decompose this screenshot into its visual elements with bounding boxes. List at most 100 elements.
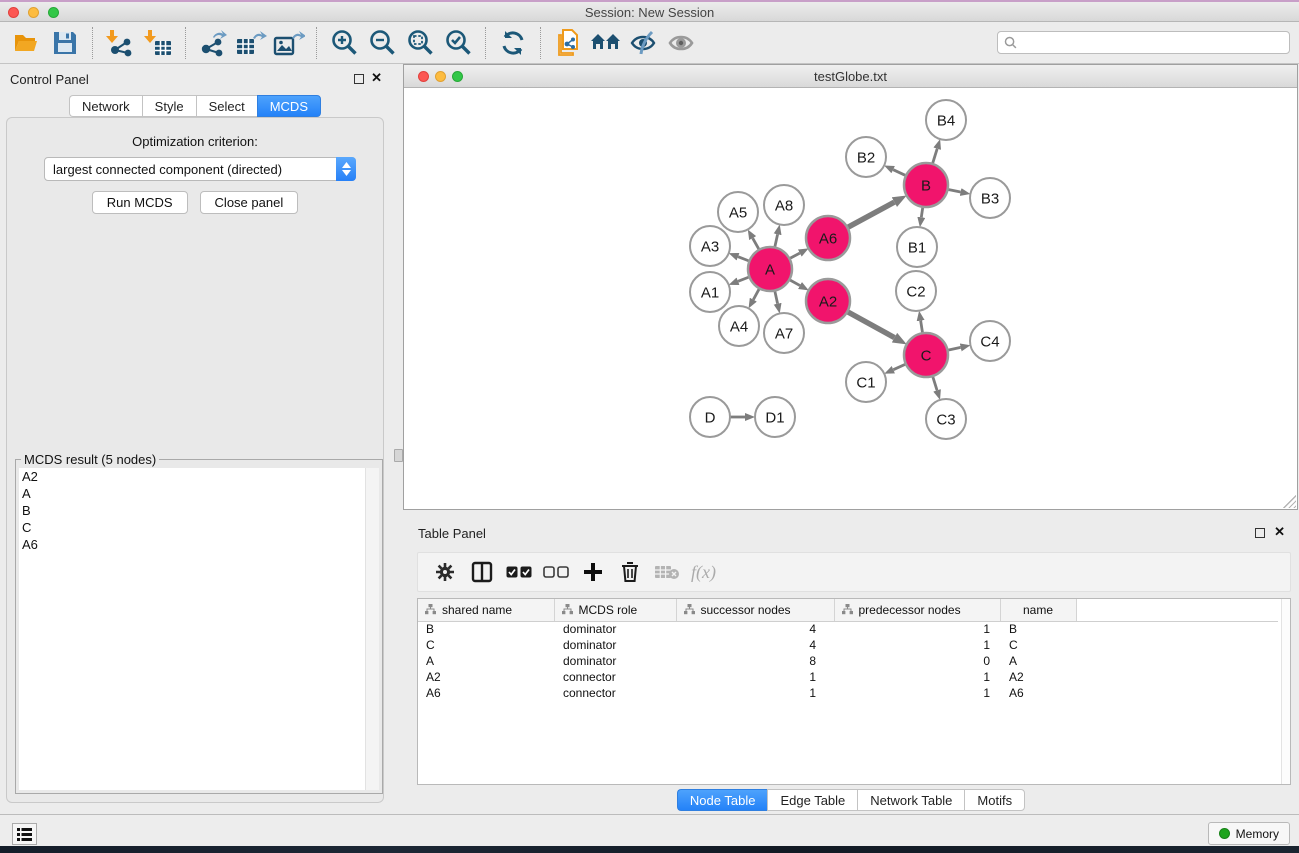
graph-node-label: D1 [765,410,784,427]
graph-edge[interactable] [893,170,906,176]
tab-network-table[interactable]: Network Table [857,789,964,811]
apply-layout-button[interactable] [494,26,532,60]
graph-edge[interactable] [932,149,937,164]
graph-edge[interactable] [789,253,799,259]
mcds-result-list[interactable]: A2ABCA6 [19,468,365,790]
window-resize-grip[interactable] [1283,495,1296,508]
graph-edge[interactable] [775,234,778,247]
criterion-value: largest connected component (directed) [45,162,336,177]
import-network-button[interactable] [101,26,139,60]
graph-node-label: A4 [730,319,748,336]
graph-edge[interactable] [948,189,961,192]
graph-edge[interactable] [738,277,749,281]
table-row[interactable]: Cdominator41C [418,637,1278,653]
column-header-mcds-role[interactable]: MCDS role [554,599,676,621]
graph-node-label: A1 [701,285,719,302]
export-image-button[interactable] [270,26,308,60]
first-neighbors-button[interactable] [587,26,625,60]
column-header-name[interactable]: name [1000,599,1076,621]
task-history-button[interactable] [12,823,37,845]
mcds-result-item[interactable]: A [19,485,365,502]
tab-node-table[interactable]: Node Table [677,789,768,811]
column-header-successor-nodes[interactable]: successor nodes [676,599,834,621]
tab-style[interactable]: Style [142,95,196,117]
close-panel-icon[interactable]: ✕ [371,70,382,86]
tab-mcds[interactable]: MCDS [257,95,321,117]
table-settings-button[interactable] [426,556,463,588]
control-panel-tabs: Network Style Select MCDS [0,95,390,117]
graph-edge[interactable] [947,347,960,350]
run-mcds-button[interactable]: Run MCDS [92,191,188,214]
control-panel: Control Panel ✕ Network Style Select MCD… [0,64,390,814]
delete-column-button[interactable] [611,556,648,588]
table-scrollbar[interactable] [1281,599,1290,784]
graph-edge[interactable] [738,257,749,261]
export-network-button[interactable] [194,26,232,60]
tab-motifs[interactable]: Motifs [964,789,1025,811]
deselect-all-button[interactable] [537,556,574,588]
show-all-button[interactable] [663,26,701,60]
control-panel-title: Control Panel [10,72,89,87]
float-panel-icon[interactable] [354,74,364,84]
select-all-button[interactable] [500,556,537,588]
graph-node-label: A3 [701,239,719,256]
mcds-result-item[interactable]: C [19,519,365,536]
criterion-dropdown[interactable]: largest connected component (directed) [44,157,356,181]
tab-network[interactable]: Network [69,95,142,117]
network-window-title: testGlobe.txt [404,69,1297,84]
search-input[interactable] [1021,35,1289,50]
hide-selected-button[interactable] [625,26,663,60]
network-window-titlebar[interactable]: testGlobe.txt [404,65,1297,88]
graph-edge[interactable] [753,238,760,250]
zoom-selected-button[interactable] [439,26,477,60]
graph-edge[interactable] [847,312,894,338]
table-float-panel-icon[interactable] [1255,528,1265,538]
network-graph[interactable]: B4B2BB3A5A8A6B1A3AC2A1A2A4A7C4CC1C3DD1 [404,88,1297,509]
create-column-button[interactable] [574,556,611,588]
graph-edge[interactable] [775,290,778,303]
search-field[interactable] [997,31,1290,54]
mcds-result-item[interactable]: B [19,502,365,519]
fx-icon: f(x) [691,562,716,583]
tab-select[interactable]: Select [196,95,257,117]
table-row[interactable]: Bdominator41B [418,621,1278,637]
table-close-panel-icon[interactable]: ✕ [1274,524,1285,540]
function-builder-button[interactable]: f(x) [685,556,722,588]
mcds-result-item[interactable]: A2 [19,468,365,485]
graph-edge[interactable] [847,202,894,227]
network-canvas[interactable]: B4B2BB3A5A8A6B1A3AC2A1A2A4A7C4CC1C3DD1 [404,88,1297,509]
zoom-out-button[interactable] [363,26,401,60]
memory-label: Memory [1236,827,1279,841]
shared-column-icon [425,604,436,615]
graph-node-label: C2 [906,284,925,301]
graph-edge[interactable] [789,280,800,286]
open-file-button[interactable] [8,26,46,60]
graph-edge[interactable] [893,364,906,370]
result-scrollbar[interactable] [365,468,379,790]
panel-splitter-handle[interactable] [394,449,403,462]
zoom-in-button[interactable] [325,26,363,60]
table-row[interactable]: A6connector11A6 [418,685,1278,701]
graph-node-label: A [765,262,775,279]
memory-button[interactable]: Memory [1208,822,1290,845]
main-toolbar [0,22,1299,64]
mcds-result-item[interactable]: A6 [19,536,365,553]
delete-table-button[interactable] [648,556,685,588]
mcds-result-box: MCDS result (5 nodes) A2ABCA6 [15,459,383,794]
export-table-button[interactable] [232,26,270,60]
graph-edge[interactable] [753,288,759,299]
graph-edge[interactable] [933,376,937,390]
graph-edge[interactable] [921,207,923,218]
zoom-fit-button[interactable] [401,26,439,60]
close-panel-button[interactable]: Close panel [200,191,299,214]
tab-edge-table[interactable]: Edge Table [767,789,857,811]
column-header-shared-name[interactable]: shared name [418,599,554,621]
import-table-button[interactable] [139,26,177,60]
save-session-button[interactable] [46,26,84,60]
show-columns-button[interactable] [463,556,500,588]
graph-edge[interactable] [921,321,923,334]
column-header-predecessor-nodes[interactable]: predecessor nodes [834,599,1000,621]
table-row[interactable]: A2connector11A2 [418,669,1278,685]
clone-network-button[interactable] [549,26,587,60]
table-row[interactable]: Adominator80A [418,653,1278,669]
